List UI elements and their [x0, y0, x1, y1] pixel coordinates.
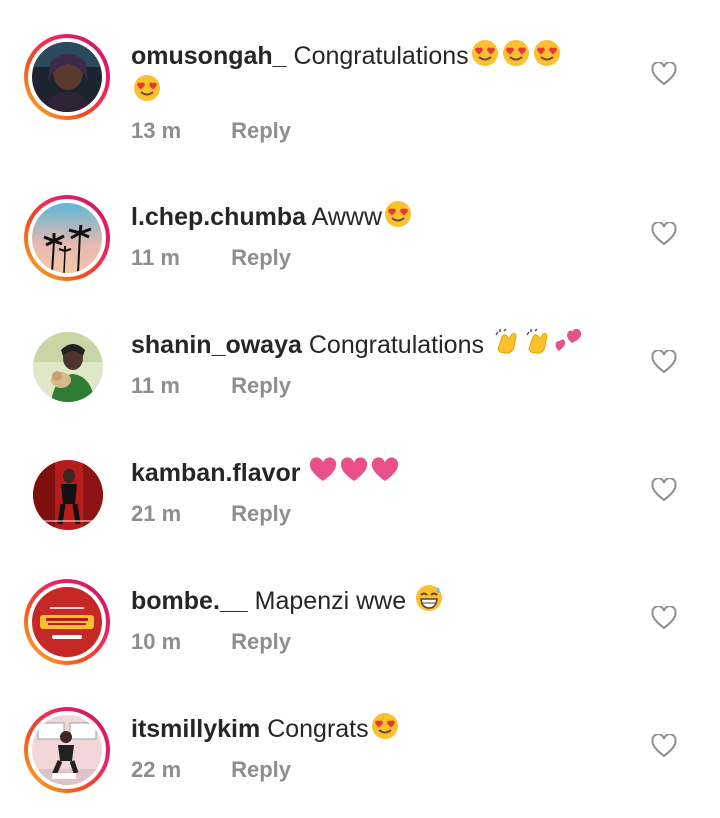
comment-text: bombe.__ Mapenzi wwe — [131, 583, 631, 618]
clapping-hands-emoji — [523, 327, 553, 357]
heart-outline-icon[interactable] — [651, 222, 677, 246]
avatar-image — [33, 460, 103, 530]
comment-time: 13 m — [131, 118, 182, 143]
avatar[interactable] — [24, 579, 110, 665]
comment-time: 11 m — [131, 245, 180, 270]
comment-username[interactable]: bombe.__ — [131, 587, 248, 615]
avatar-image — [32, 715, 102, 785]
comment-meta: 22 m Reply — [131, 757, 291, 783]
heart-eyes-emoji — [132, 73, 162, 103]
pink-heart-emoji — [339, 455, 369, 485]
avatar-image — [33, 332, 103, 402]
comment-body: Congrats — [267, 715, 369, 743]
comment-meta: 11 m Reply — [131, 245, 291, 271]
reply-button[interactable]: Reply — [231, 501, 291, 527]
heart-eyes-emoji — [501, 38, 531, 68]
comment-body: Congratulations — [308, 331, 484, 359]
comment-time: 22 m — [131, 757, 182, 782]
two-hearts-emoji — [554, 327, 584, 357]
heart-outline-icon[interactable] — [651, 62, 677, 86]
comment-text: l.chep.chumba Awww — [131, 199, 631, 234]
comment-username[interactable]: omusongah_ — [131, 42, 287, 70]
comment-text: itsmillykim Congrats — [131, 711, 631, 746]
grinning-sweat-emoji — [414, 583, 444, 613]
reply-button[interactable]: Reply — [231, 373, 291, 399]
heart-outline-icon[interactable] — [651, 606, 677, 630]
comment-body: Awww — [311, 203, 383, 231]
avatar-image — [32, 203, 102, 273]
heart-eyes-emoji — [470, 38, 500, 68]
comment-body: Mapenzi wwe — [254, 587, 407, 615]
comment-text: omusongah_ Congratulations — [131, 38, 631, 108]
heart-eyes-emoji — [370, 711, 400, 741]
heart-eyes-emoji — [532, 38, 562, 68]
avatar[interactable] — [24, 707, 110, 793]
comment-username[interactable]: kamban.flavor — [131, 459, 301, 487]
comment-username[interactable]: l.chep.chumba — [131, 203, 306, 231]
clapping-hands-emoji — [492, 327, 522, 357]
heart-outline-icon[interactable] — [651, 350, 677, 374]
heart-outline-icon[interactable] — [651, 478, 677, 502]
comment-meta: 11 m Reply — [131, 373, 291, 399]
comment-time: 11 m — [131, 373, 180, 398]
comment-meta: 21 m Reply — [131, 501, 291, 527]
avatar[interactable] — [24, 323, 110, 409]
reply-button[interactable]: Reply — [231, 629, 291, 655]
comment-body: Congratulations — [293, 42, 469, 70]
avatar[interactable] — [24, 451, 110, 537]
pink-heart-emoji — [308, 455, 338, 485]
comment-time: 10 m — [131, 629, 182, 654]
reply-button[interactable]: Reply — [231, 118, 291, 144]
comment-text: kamban.flavor — [131, 455, 631, 490]
comment-meta: 13 m Reply — [131, 118, 291, 144]
avatar-image — [32, 587, 102, 657]
comment-text: shanin_owaya Congratulations — [131, 327, 631, 362]
heart-eyes-emoji — [383, 199, 413, 229]
comment-username[interactable]: shanin_owaya — [131, 331, 302, 359]
comment-username[interactable]: itsmillykim — [131, 715, 260, 743]
comment-meta: 10 m Reply — [131, 629, 291, 655]
comment-time: 21 m — [131, 501, 182, 526]
heart-outline-icon[interactable] — [651, 734, 677, 758]
avatar[interactable] — [24, 34, 110, 120]
avatar-image — [32, 42, 102, 112]
avatar[interactable] — [24, 195, 110, 281]
pink-heart-emoji — [370, 455, 400, 485]
reply-button[interactable]: Reply — [231, 245, 291, 271]
reply-button[interactable]: Reply — [231, 757, 291, 783]
